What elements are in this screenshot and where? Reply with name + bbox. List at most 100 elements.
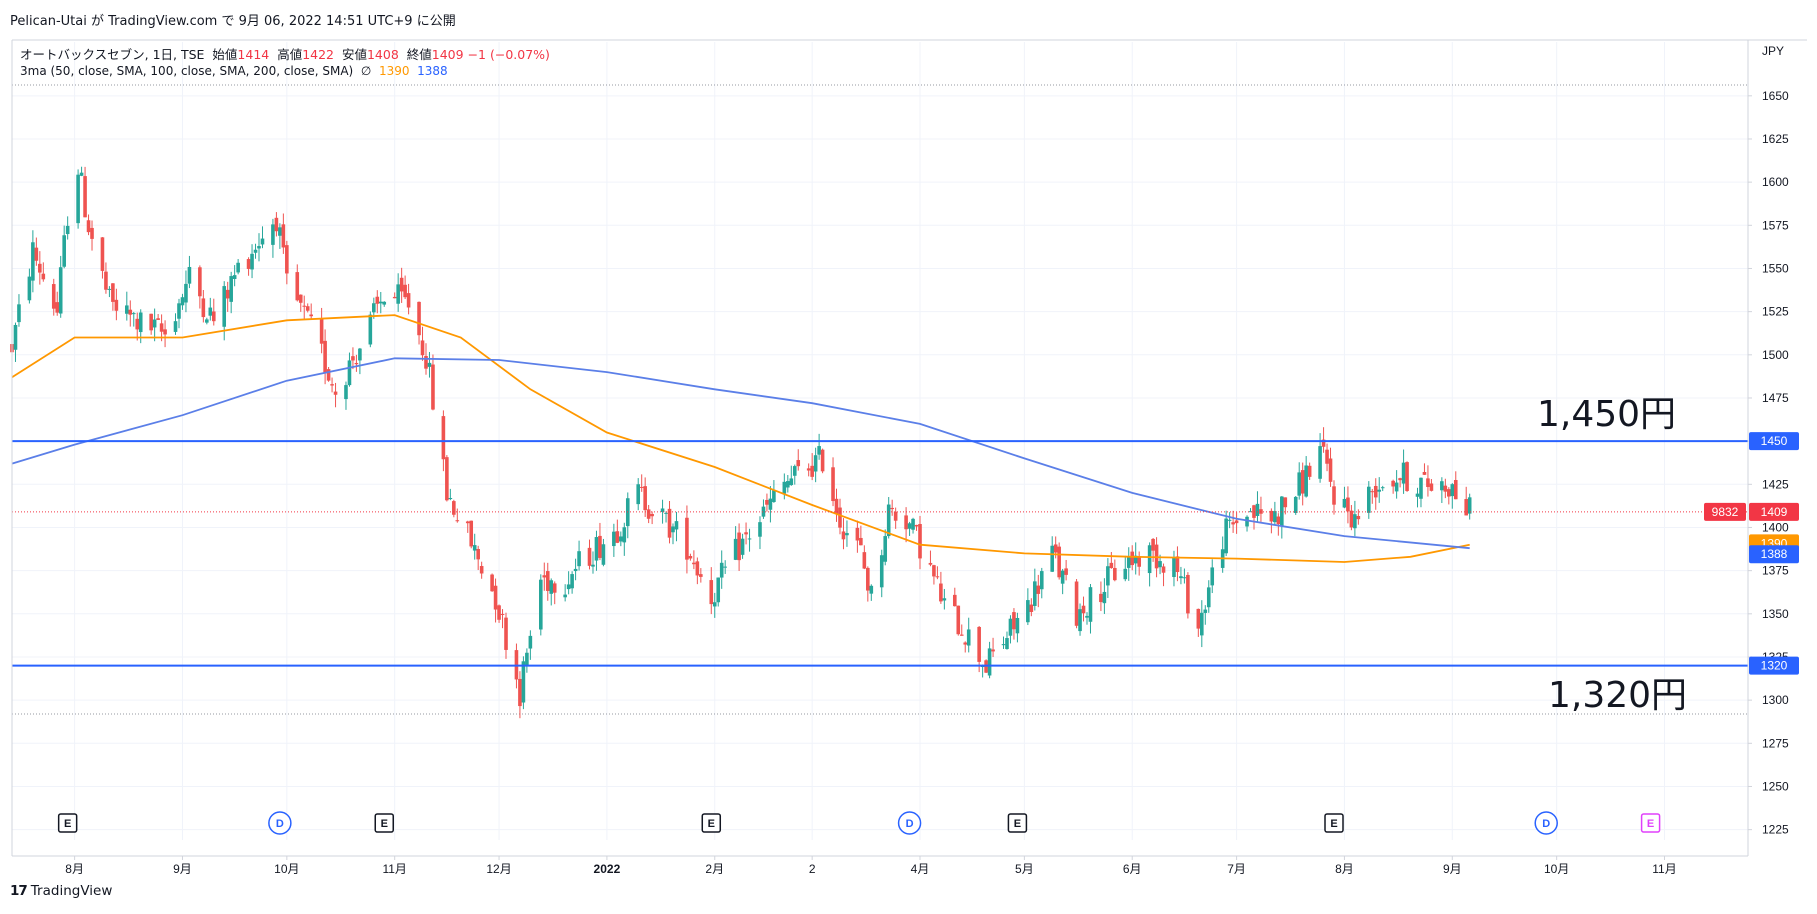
candle-body xyxy=(1196,608,1201,629)
candle-body xyxy=(469,520,474,547)
ma-blue-value: 1388 xyxy=(417,64,448,78)
candle-body xyxy=(935,576,940,578)
close-label: 終値 xyxy=(406,47,432,62)
candle-body xyxy=(302,305,307,307)
candle-body xyxy=(236,262,240,273)
candle-body xyxy=(504,617,508,650)
candle-body xyxy=(692,562,696,565)
candle-body xyxy=(180,297,185,306)
candle-body xyxy=(1394,482,1399,492)
candle-body xyxy=(131,313,136,315)
x-tick-label: 9月 xyxy=(1443,862,1462,876)
candle-body xyxy=(893,511,898,521)
high-label: 高値 xyxy=(277,47,303,62)
y-tick-label: 1275 xyxy=(1762,736,1789,750)
candle-body xyxy=(869,585,874,594)
y-tick-label: 1600 xyxy=(1762,175,1789,189)
candle-body xyxy=(184,283,188,303)
footer-brand[interactable]: 17 TradingView xyxy=(10,883,112,899)
candle-body xyxy=(1422,471,1427,475)
candle-body xyxy=(1450,484,1455,497)
x-tick-label: 2022 xyxy=(594,862,621,876)
candle-body xyxy=(1405,462,1409,491)
indicator-name[interactable]: 3ma (50, close, SMA, 100, close, SMA, 20… xyxy=(20,64,353,78)
candle-body xyxy=(271,224,275,245)
y-tick-label: 1525 xyxy=(1762,305,1789,319)
candle-body xyxy=(1370,491,1375,493)
candle-body xyxy=(1175,556,1180,573)
indicator-legend[interactable]: 3ma (50, close, SMA, 100, close, SMA, 20… xyxy=(20,64,448,78)
candle-body xyxy=(1276,516,1281,525)
x-tick-label: 10月 xyxy=(274,862,299,876)
event-marker-label: D xyxy=(906,818,914,830)
candle-body xyxy=(598,535,602,558)
candle-body xyxy=(79,172,84,176)
candle-body xyxy=(685,517,689,560)
candle-body xyxy=(333,391,338,395)
candle-body xyxy=(372,303,376,313)
candle-body xyxy=(344,385,348,400)
candle-body xyxy=(201,298,206,318)
candle-body xyxy=(1053,544,1058,553)
candle-body xyxy=(907,523,912,529)
candle-body xyxy=(152,319,157,328)
y-tick-label: 1550 xyxy=(1762,261,1789,275)
candle-body xyxy=(1353,514,1357,529)
candle-body xyxy=(125,305,129,314)
candle-body xyxy=(1203,609,1208,613)
x-tick-label: 8月 xyxy=(1335,862,1354,876)
candle-body xyxy=(420,340,425,356)
candle-body xyxy=(991,649,995,652)
candle-body xyxy=(260,238,265,245)
event-marker-label: E xyxy=(1647,818,1654,830)
candle-body xyxy=(351,356,355,361)
candle-body xyxy=(646,509,651,519)
candle-body xyxy=(518,678,522,707)
support-annotation[interactable]: 1,320円 xyxy=(1548,666,1687,718)
candle-body xyxy=(987,648,992,676)
candle-body xyxy=(1088,587,1093,622)
resistance-annotation[interactable]: 1,450円 xyxy=(1537,385,1676,437)
candle-body xyxy=(250,253,254,270)
hidden-icon[interactable]: ∅ xyxy=(361,64,371,78)
candle-body xyxy=(187,266,192,284)
candle-body xyxy=(883,536,888,562)
candle-body xyxy=(38,263,42,273)
candle-body xyxy=(1346,497,1350,512)
candle-body xyxy=(1158,561,1162,568)
moving-averages xyxy=(11,314,1470,563)
candle-body xyxy=(104,271,108,290)
y-tick-label: 1350 xyxy=(1762,607,1789,621)
candle-body xyxy=(354,362,359,365)
y-tick-label: 1625 xyxy=(1762,132,1789,146)
candle-body xyxy=(1415,493,1420,497)
event-marker-label: E xyxy=(708,818,715,830)
candle-body xyxy=(1200,612,1204,636)
symbol-legend: オートバックスセブン, 1日, TSE 始値1414 高値1422 安値1408… xyxy=(20,44,550,63)
price-chart[interactable]: EDEEDEEDE JPY122512501275130013251350137… xyxy=(0,0,1817,914)
candle-body xyxy=(786,481,790,488)
candle-body xyxy=(796,460,801,467)
candle-body xyxy=(879,555,884,588)
candle-body xyxy=(375,296,380,304)
candle-body xyxy=(17,304,21,323)
candle-body xyxy=(225,289,230,299)
candle-body xyxy=(472,545,477,551)
symbol-name[interactable]: オートバックスセブン, 1日, TSE xyxy=(20,47,204,62)
low-label: 安値 xyxy=(341,47,367,62)
candle-body xyxy=(198,267,202,297)
change-value: −1 (−0.07%) xyxy=(467,47,550,62)
candle-body xyxy=(1033,581,1037,606)
candle-body xyxy=(1113,567,1117,581)
axes: JPY1225125012751300132513501375140014251… xyxy=(11,39,1807,876)
currency-label: JPY xyxy=(1762,44,1784,58)
x-tick-label: 9月 xyxy=(173,862,192,876)
open-value: 1414 xyxy=(237,47,270,62)
candle-body xyxy=(1373,485,1378,498)
y-tick-label: 1650 xyxy=(1762,89,1789,103)
candle-body xyxy=(1029,604,1034,612)
ma-tag-1388-text: 1388 xyxy=(1761,547,1788,561)
candle-body xyxy=(476,549,480,560)
candle-body xyxy=(392,296,397,299)
candle-body xyxy=(441,416,446,460)
